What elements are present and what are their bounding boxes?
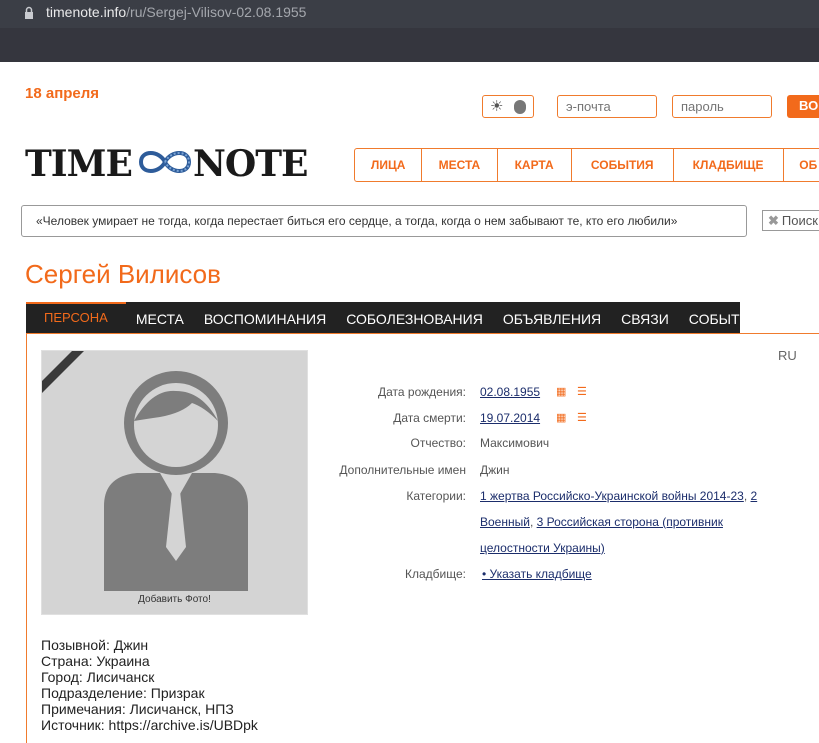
specify-cemetery-link[interactable]: • Указать кладбище xyxy=(482,567,592,581)
calendar-icon[interactable]: ▦ xyxy=(556,411,566,424)
categories-line-1: 1 жертва Российско-Украинской войны 2014… xyxy=(480,489,757,503)
categories-line-2: Военный, 3 Российская сторона (противник xyxy=(480,515,723,529)
nav-events[interactable]: СОБЫТИЯ xyxy=(572,149,674,181)
detail-unit: Подразделение: Призрак xyxy=(41,685,205,701)
category-link-1[interactable]: 1 жертва Российско-Украинской войны 2014… xyxy=(480,489,744,503)
tab-relations[interactable]: СВЯЗИ xyxy=(611,302,679,334)
category-link-2-end[interactable]: Военный xyxy=(480,515,530,529)
theme-toggle[interactable]: ☀ xyxy=(482,95,534,118)
nav-about[interactable]: ОБ xyxy=(784,149,819,181)
url-path: /ru/Sergej-Vilisov-02.08.1955 xyxy=(126,4,307,20)
detail-city: Город: Лисичанск xyxy=(41,669,155,685)
search-label: Поиск xyxy=(781,213,818,228)
language-selector[interactable]: RU xyxy=(778,348,797,363)
death-date-label: Дата смерти: xyxy=(393,411,466,425)
detail-country: Страна: Украина xyxy=(41,653,150,669)
details-block: Позывной: Джин Страна: Украина Город: Ли… xyxy=(41,637,258,733)
nav-cemetery[interactable]: КЛАДБИЩЕ xyxy=(674,149,784,181)
category-link-3-end[interactable]: целостности Украины) xyxy=(480,541,605,555)
logo-text-right: NOTE xyxy=(193,143,308,182)
tab-announcements[interactable]: ОБЪЯВЛЕНИЯ xyxy=(493,302,611,334)
tab-memories[interactable]: ВОСПОМИНАНИЯ xyxy=(194,302,336,334)
person-list-icon[interactable]: ☰ xyxy=(577,385,587,398)
category-link-2-start[interactable]: 2 xyxy=(751,489,758,503)
sun-icon: ☀ xyxy=(490,98,504,115)
cemetery-label: Кладбище: xyxy=(405,567,466,581)
current-date: 18 апреля xyxy=(25,85,100,102)
infinity-icon xyxy=(138,151,192,173)
detail-callsign: Позывной: Джин xyxy=(41,637,149,653)
avatar-placeholder-icon xyxy=(42,351,248,591)
profile-tabs: ПЕРСОНА МЕСТА ВОСПОМИНАНИЯ СОБОЛЕЗНОВАНИ… xyxy=(26,302,760,334)
patronymic-value: Максимович xyxy=(480,436,550,450)
close-icon[interactable]: ✖ xyxy=(768,213,779,228)
detail-notes: Примечания: Лисичанск, НПЗ xyxy=(41,701,234,717)
password-field[interactable] xyxy=(672,95,772,118)
nav-places[interactable]: МЕСТА xyxy=(422,149,498,181)
detail-source: Источник: https://archive.is/UBDpk xyxy=(41,717,258,733)
tab-events[interactable]: СОБЫТИЯ xyxy=(679,302,770,334)
login-button[interactable]: ВО xyxy=(787,95,819,118)
browser-address-bar: timenote.info/ru/Sergej-Vilisov-02.08.19… xyxy=(0,0,819,28)
categories-label: Категории: xyxy=(406,489,466,503)
lock-icon xyxy=(25,6,33,19)
logo-text-left: TIME xyxy=(25,143,132,182)
category-separator: , xyxy=(743,489,751,503)
search-input[interactable]: ✖ Поиск xyxy=(762,210,819,231)
patronymic-label: Отчество: xyxy=(410,436,467,450)
category-separator: , xyxy=(529,515,537,529)
toggle-knob xyxy=(514,100,526,114)
main-nav: ЛИЦА МЕСТА КАРТА СОБЫТИЯ КЛАДБИЩЕ ОБ xyxy=(354,148,819,182)
profile-photo[interactable]: Добавить Фото! xyxy=(41,350,308,615)
birth-date-label: Дата рождения: xyxy=(378,385,466,399)
quote-banner: «Человек умирает не тогда, когда переста… xyxy=(21,205,747,237)
person-list-icon[interactable]: ☰ xyxy=(577,411,587,424)
calendar-icon[interactable]: ▦ xyxy=(556,385,566,398)
extra-names-label: Дополнительные имен xyxy=(339,463,466,477)
nav-map[interactable]: КАРТА xyxy=(498,149,572,181)
nav-persons[interactable]: ЛИЦА xyxy=(355,149,423,181)
url-host: timenote.info xyxy=(46,4,127,20)
timenote-logo[interactable]: TIME NOTE xyxy=(25,142,330,182)
death-date-link[interactable]: 19.07.2014 xyxy=(480,411,540,425)
tab-condolences[interactable]: СОБОЛЕЗНОВАНИЯ xyxy=(336,302,493,334)
url-text[interactable]: timenote.info/ru/Sergej-Vilisov-02.08.19… xyxy=(46,4,306,20)
add-photo-link[interactable]: Добавить Фото! xyxy=(42,594,307,605)
tab-person[interactable]: ПЕРСОНА xyxy=(26,302,126,334)
extra-names-value: Джин xyxy=(480,463,510,477)
birth-date-link[interactable]: 02.08.1955 xyxy=(480,385,540,399)
categories-line-3: целостности Украины) xyxy=(480,541,605,555)
page-title: Сергей Вилисов xyxy=(25,259,221,289)
tab-places[interactable]: МЕСТА xyxy=(126,302,194,334)
email-field[interactable] xyxy=(557,95,657,118)
category-link-3[interactable]: 3 Российская сторона (противник xyxy=(537,515,723,529)
browser-toolbar-strip xyxy=(0,28,819,62)
